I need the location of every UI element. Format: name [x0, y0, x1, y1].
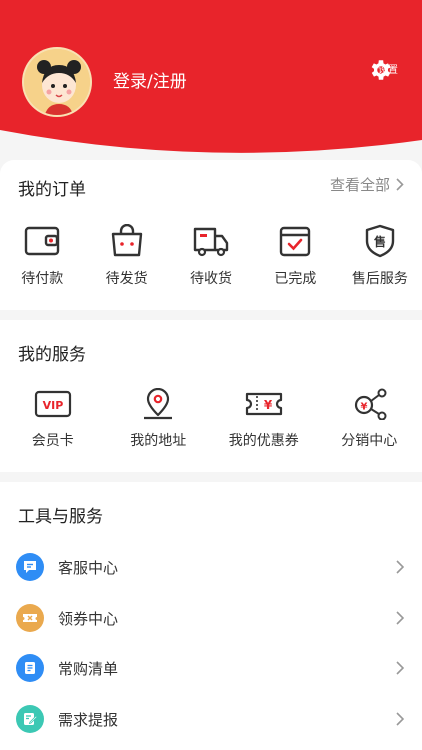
chevron-right-icon	[396, 560, 404, 574]
service-distribution-center[interactable]: ¥ 分销中心	[317, 388, 422, 450]
truck-icon	[193, 227, 229, 257]
order-status-label: 已完成	[274, 271, 317, 287]
service-my-address[interactable]: 我的地址	[106, 388, 212, 450]
vip-glyph: VIP	[42, 399, 63, 412]
tool-row-customer-service[interactable]: 客服中心	[0, 542, 422, 592]
order-pending-payment[interactable]: 待付款	[0, 224, 84, 288]
gear-icon	[371, 60, 391, 80]
ticket-icon	[16, 604, 44, 632]
settings-button[interactable]: 设置	[368, 57, 408, 107]
orders-title: 我的订单	[18, 180, 86, 200]
vip-card-icon: VIP	[34, 390, 71, 418]
list-icon	[16, 654, 44, 682]
bag-icon	[111, 224, 142, 257]
chevron-right-icon	[396, 661, 404, 675]
edit-icon	[16, 705, 44, 733]
shield-service-icon: 售	[365, 224, 395, 258]
avatar[interactable]	[22, 47, 92, 117]
chevron-right-icon	[396, 611, 404, 625]
coupon-glyph: ¥	[264, 398, 273, 412]
chevron-right-icon	[396, 178, 404, 191]
distribution-glyph: ¥	[361, 402, 368, 413]
order-status-label: 待收货	[190, 271, 233, 287]
tools-title: 工具与服务	[18, 507, 103, 527]
order-pending-receipt[interactable]: 待收货	[169, 224, 253, 288]
wallet-icon	[25, 226, 60, 256]
service-label: 会员卡	[31, 433, 74, 449]
after-sales-glyph: 售	[374, 234, 386, 249]
tool-label: 需求提报	[58, 710, 119, 729]
view-all-orders-link[interactable]: 查看全部	[330, 174, 404, 195]
distribution-icon: ¥	[355, 388, 387, 420]
order-status-label: 待付款	[21, 271, 64, 287]
view-all-label: 查看全部	[329, 176, 390, 194]
service-label: 我的地址	[130, 433, 187, 449]
tool-label: 领券中心	[58, 609, 119, 628]
order-status-label: 待发货	[105, 271, 148, 287]
service-label: 分销中心	[341, 433, 398, 449]
coupon-icon: ¥	[245, 392, 282, 416]
tool-label: 常购清单	[58, 659, 119, 678]
login-register-link[interactable]: 登录/注册	[113, 67, 187, 92]
services-card: 我的服务 VIP 会员卡 我的地址 ¥ 我的优惠券 ¥ 分销中心	[0, 320, 422, 472]
tools-card: 工具与服务 客服中心 领券中心 常购清单 需求提报	[0, 482, 422, 750]
profile-header: 登录/注册 设置	[0, 0, 422, 175]
tool-label: 客服中心	[58, 558, 119, 577]
services-title: 我的服务	[18, 345, 86, 365]
order-completed[interactable]: 已完成	[253, 224, 337, 288]
service-label: 我的优惠券	[228, 433, 299, 449]
service-my-coupons[interactable]: ¥ 我的优惠券	[211, 388, 317, 450]
service-member-card[interactable]: VIP 会员卡	[0, 388, 106, 450]
order-after-sales[interactable]: 售 售后服务	[338, 224, 422, 288]
services-row: VIP 会员卡 我的地址 ¥ 我的优惠券 ¥ 分销中心	[0, 388, 422, 450]
order-status-label: 售后服务	[351, 271, 408, 287]
tool-row-coupon-center[interactable]: 领券中心	[0, 593, 422, 643]
tool-row-request-submit[interactable]: 需求提报	[0, 694, 422, 744]
chevron-right-icon	[396, 712, 404, 726]
orders-card: 我的订单 查看全部 待付款 待发货 待收货 已完成 售 售后服务	[0, 160, 422, 310]
order-pending-shipment[interactable]: 待发货	[84, 224, 168, 288]
chat-icon	[16, 553, 44, 581]
calendar-check-icon	[280, 226, 311, 257]
tool-row-frequent-list[interactable]: 常购清单	[0, 643, 422, 693]
order-status-row: 待付款 待发货 待收货 已完成 售 售后服务	[0, 224, 422, 288]
location-pin-icon	[144, 388, 173, 420]
avatar-illustration	[24, 49, 90, 115]
